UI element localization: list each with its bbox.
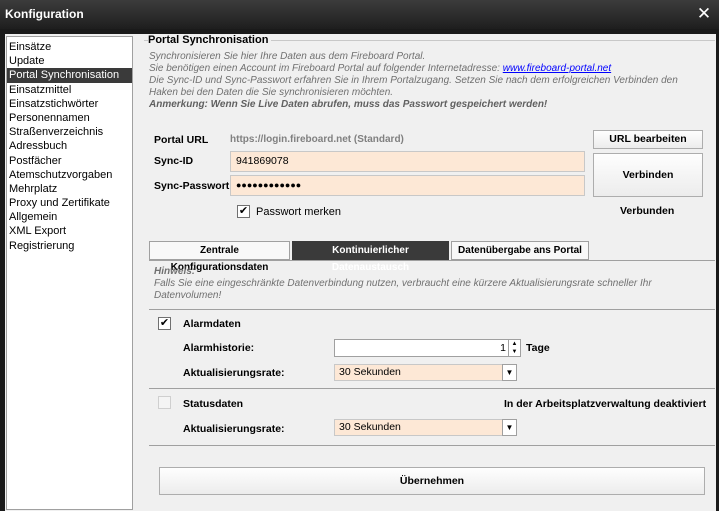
portal-description: Synchronisieren Sie hier Ihre Daten aus …: [149, 51, 709, 111]
sync-id-field[interactable]: 941869078: [230, 151, 585, 172]
divider: [149, 388, 715, 389]
connection-status: Verbunden: [620, 205, 675, 217]
remember-password-checkbox[interactable]: ✔: [237, 205, 250, 218]
nav-item-mehrplatz[interactable]: Mehrplatz: [7, 182, 132, 196]
sync-password-label: Sync-Passwort: [154, 180, 230, 192]
status-rate-value: 30 Sekunden: [339, 421, 401, 433]
portal-sync-group: Portal Synchronisation Synchronisieren S…: [144, 34, 715, 256]
remember-password-label: Passwort merken: [256, 206, 341, 218]
desc-line-3: Die Sync-ID und Sync-Passwort erfahren S…: [149, 75, 678, 98]
close-icon[interactable]: ✕: [695, 4, 713, 24]
status-rate-label: Aktualisierungsrate:: [183, 423, 285, 435]
chevron-down-icon[interactable]: ▼: [502, 364, 517, 381]
nav-item-adressbuch[interactable]: Adressbuch: [7, 139, 132, 153]
nav-item-registrierung[interactable]: Registrierung: [7, 239, 132, 253]
status-rate-select[interactable]: 30 Sekunden ▼: [334, 419, 517, 436]
hint-text: Falls Sie eine eingeschränkte Datenverbi…: [154, 278, 652, 301]
divider: [149, 309, 715, 310]
alarm-rate-value: 30 Sekunden: [339, 366, 401, 378]
desc-line-1: Synchronisieren Sie hier Ihre Daten aus …: [149, 51, 426, 62]
settings-nav: Einsätze Update Portal Synchronisation E…: [6, 36, 133, 510]
nav-item-update[interactable]: Update: [7, 54, 132, 68]
window-title: Konfiguration: [5, 7, 84, 21]
nav-item-einsaetze[interactable]: Einsätze: [7, 40, 132, 54]
nav-item-portal-synchronisation[interactable]: Portal Synchronisation: [7, 68, 132, 83]
sync-password-field[interactable]: ●●●●●●●●●●●●: [230, 175, 585, 196]
portal-link[interactable]: www.fireboard-portal.net: [503, 63, 611, 74]
nav-item-atemschutzvorgaben[interactable]: Atemschutzvorgaben: [7, 168, 132, 182]
alarmhistorie-label: Alarmhistorie:: [183, 342, 255, 354]
portal-url-value: https://login.fireboard.net (Standard): [230, 134, 404, 145]
nav-item-xml-export[interactable]: XML Export: [7, 224, 132, 238]
alarmhistorie-unit: Tage: [526, 342, 550, 354]
tab-zentrale-konfigurationsdaten[interactable]: Zentrale Konfigurationsdaten: [149, 241, 290, 273]
statusdaten-label: Statusdaten: [183, 398, 244, 410]
alarmdaten-checkbox[interactable]: ✔: [158, 317, 171, 330]
tab-datenuebergabe-portal[interactable]: Datenübergabe ans Portal: [451, 241, 589, 260]
nav-item-einsatzmittel[interactable]: Einsatzmittel: [7, 83, 132, 97]
desc-warning: Anmerkung: Wenn Sie Live Daten abrufen, …: [149, 99, 548, 110]
spinner-arrows-icon[interactable]: ▲ ▼: [508, 340, 520, 356]
url-edit-button[interactable]: URL bearbeiten: [593, 130, 703, 149]
portal-url-label: Portal URL: [154, 134, 209, 146]
chevron-down-icon[interactable]: ▼: [502, 419, 517, 436]
statusdaten-note: In der Arbeitsplatzverwaltung deaktivier…: [504, 398, 707, 410]
nav-item-personennamen[interactable]: Personennamen: [7, 111, 132, 125]
sync-id-label: Sync-ID: [154, 155, 194, 167]
nav-item-proxy[interactable]: Proxy und Zertifikate: [7, 196, 132, 210]
nav-item-allgemein[interactable]: Allgemein: [7, 210, 132, 224]
alarm-rate-label: Aktualisierungsrate:: [183, 367, 285, 379]
alarmdaten-label: Alarmdaten: [183, 318, 241, 330]
nav-item-strassenverzeichnis[interactable]: Straßenverzeichnis: [7, 125, 132, 139]
alarm-rate-select[interactable]: 30 Sekunden ▼: [334, 364, 517, 381]
connect-button[interactable]: Verbinden: [593, 153, 703, 197]
apply-button[interactable]: Übernehmen: [159, 467, 705, 495]
group-title: Portal Synchronisation: [148, 34, 272, 46]
window-titlebar: Konfiguration ✕: [0, 0, 719, 29]
statusdaten-checkbox[interactable]: [158, 396, 171, 409]
content-area: Einsätze Update Portal Synchronisation E…: [5, 34, 716, 511]
hint-title: Hinweis:: [154, 266, 196, 277]
tab-panel: Hinweis: Falls Sie eine eingeschränkte D…: [149, 260, 715, 510]
desc-line-2: Sie benötigen einen Account im Fireboard…: [149, 63, 612, 74]
divider: [149, 445, 715, 446]
alarmhistorie-spinner[interactable]: 1 ▲ ▼: [334, 339, 521, 357]
alarmhistorie-value: 1: [500, 342, 506, 354]
nav-item-einsatzstichwoerter[interactable]: Einsatzstichwörter: [7, 97, 132, 111]
tab-kontinuierlicher-datenaustausch[interactable]: Kontinuierlicher Datenaustausch: [292, 241, 449, 273]
nav-item-postfaecher[interactable]: Postfächer: [7, 154, 132, 168]
